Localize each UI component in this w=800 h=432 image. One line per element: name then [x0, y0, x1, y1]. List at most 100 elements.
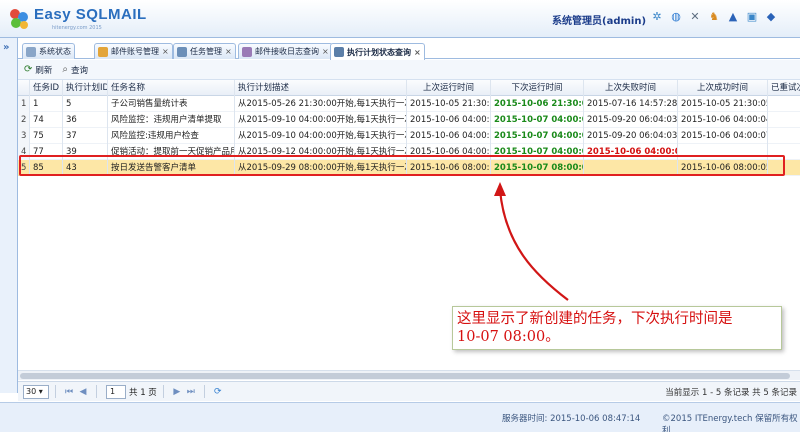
- grid-header: 任务ID 执行计划ID 任务名称 执行计划描述 上次运行时间 下次运行时间 上次…: [18, 80, 800, 96]
- tab-label: 邮件接收日志查询: [255, 47, 319, 56]
- page-size-select[interactable]: 30 ▾: [23, 384, 49, 399]
- table-row[interactable]: 4 77 39 促销活动：提取前一天促销产品用户 从2015-09-12 04:…: [18, 144, 800, 160]
- tab-mail-receive-log[interactable]: 邮件接收日志查询 ×: [238, 43, 333, 59]
- column-header[interactable]: 执行计划描述: [235, 80, 407, 96]
- plan-id-cell: 37: [63, 128, 108, 144]
- header-toolbar: ✲ ◍ ✕ ♞ ▲ ▣ ◆: [650, 9, 778, 23]
- next-run-cell: 2015-10-07 04:00:00: [491, 128, 584, 144]
- column-header[interactable]: 已重试次: [768, 80, 800, 96]
- gear-icon[interactable]: ✲: [650, 9, 664, 23]
- row-number: 1: [18, 96, 30, 112]
- task-icon: [177, 46, 187, 57]
- column-header[interactable]: 上次运行时间: [407, 80, 491, 96]
- status-footer: 服务器时间: 2015-10-06 08:47:14 ©2015 ITEnerg…: [0, 402, 800, 432]
- column-header[interactable]: 任务ID: [30, 80, 63, 96]
- plan-id-cell: 5: [63, 96, 108, 112]
- plan-desc-cell: 从2015-09-12 04:00:00开始,每1天执行一次: [235, 144, 407, 160]
- refresh-button[interactable]: ⟳ 刷新: [24, 64, 52, 76]
- plan-id-cell: 36: [63, 112, 108, 128]
- table-row[interactable]: 3 75 37 风险监控:违规用户检查 从2015-09-10 04:00:00…: [18, 128, 800, 144]
- row-number: 2: [18, 112, 30, 128]
- plan-desc-cell: 从2015-09-10 04:00:00开始,每1天执行一次: [235, 128, 407, 144]
- task-name-cell: 子公司销售量统计表: [108, 96, 235, 112]
- first-page-icon[interactable]: ⏮: [62, 387, 76, 397]
- tools-icon[interactable]: ✕: [688, 9, 702, 23]
- logo-icon: [10, 9, 28, 29]
- current-user-label[interactable]: 系统管理员(admin): [552, 12, 646, 27]
- pagination-bar: 30 ▾ ⏮ ◀ 1 共 1 页 ▶ ⏭ ⟳ 当前显示 1 - 5 条记录 共 …: [18, 381, 800, 401]
- separator: [162, 385, 164, 398]
- column-header[interactable]: 下次运行时间: [491, 80, 584, 96]
- box-icon[interactable]: ▣: [745, 9, 759, 23]
- last-run-cell: 2015-10-06 08:00:00: [407, 160, 491, 176]
- plan-id-cell: 43: [63, 160, 108, 176]
- tab-task-management[interactable]: 任务管理 ×: [173, 43, 236, 59]
- last-run-cell: 2015-10-06 04:00:00: [407, 128, 491, 144]
- row-number: 3: [18, 128, 30, 144]
- app-logo-subtitle: hitenergy.com 2015: [52, 25, 102, 31]
- task-id-cell: 77: [30, 144, 63, 160]
- search-icon: ⌕: [62, 64, 69, 75]
- server-time: 服务器时间: 2015-10-06 08:47:14: [502, 414, 641, 424]
- close-icon[interactable]: ×: [162, 47, 169, 56]
- app-logo-text: Easy SQLMAIL: [34, 6, 147, 23]
- execution-plan-icon: [334, 47, 344, 57]
- plan-desc-cell: 从2015-05-26 21:30:00开始,每1天执行一次: [235, 96, 407, 112]
- table-row[interactable]: 2 74 36 风险监控：违规用户清单提取 从2015-09-10 04:00:…: [18, 112, 800, 128]
- tab-mail-account[interactable]: 邮件账号管理 ×: [94, 43, 173, 59]
- table-row[interactable]: 1 1 5 子公司销售量统计表 从2015-05-26 21:30:00开始,每…: [18, 96, 800, 112]
- plan-desc-cell: 从2015-09-10 04:00:00开始,每1天执行一次: [235, 112, 407, 128]
- next-page-icon[interactable]: ▶: [170, 387, 184, 397]
- close-icon[interactable]: ×: [414, 48, 421, 57]
- retry-count-cell: [768, 128, 800, 144]
- tab-label: 邮件账号管理: [111, 47, 159, 56]
- last-success-cell: 2015-10-06 08:00:05: [678, 160, 768, 176]
- refresh-label: 刷新: [35, 65, 53, 76]
- last-run-cell: 2015-10-05 21:30:00: [407, 96, 491, 112]
- copyright-text: ©2015 ITEnergy.tech 保留所有权利: [662, 414, 798, 432]
- last-fail-cell: [584, 160, 678, 176]
- row-number: 5: [18, 160, 30, 176]
- tab-label: 系统状态: [39, 47, 71, 56]
- scrollbar-thumb[interactable]: [20, 373, 790, 379]
- horizontal-scrollbar[interactable]: [18, 370, 800, 380]
- user-icon[interactable]: ♞: [707, 9, 721, 23]
- table-row-selected[interactable]: 5 85 43 按日发送告警客户清单 从2015-09-29 08:00:00开…: [18, 160, 800, 176]
- page-number-input[interactable]: 1: [106, 384, 126, 399]
- separator: [55, 385, 56, 398]
- reload-icon[interactable]: ⟳: [211, 387, 225, 397]
- column-header[interactable]: 上次失败时间: [584, 80, 678, 96]
- page-size-value: 30: [26, 386, 37, 396]
- task-name-cell: 按日发送告警客户清单: [108, 160, 235, 176]
- west-panel-collapsed[interactable]: »: [0, 38, 18, 393]
- help-icon[interactable]: ◆: [764, 9, 778, 23]
- globe-icon[interactable]: ◍: [669, 9, 683, 23]
- tab-label: 执行计划状态查询: [347, 47, 411, 57]
- last-fail-cell: 2015-09-20 06:04:03: [584, 128, 678, 144]
- last-fail-cell: 2015-07-16 14:57:28: [584, 96, 678, 112]
- task-id-cell: 85: [30, 160, 63, 176]
- warning-icon[interactable]: ▲: [726, 9, 740, 23]
- tab-execution-plan-status[interactable]: 执行计划状态查询 ×: [330, 43, 425, 60]
- close-icon[interactable]: ×: [225, 47, 232, 56]
- tab-system-status[interactable]: 系统状态: [22, 43, 75, 59]
- query-button[interactable]: ⌕ 查询: [62, 64, 88, 76]
- column-header[interactable]: 执行计划ID: [63, 80, 108, 96]
- column-header[interactable]: 任务名称: [108, 80, 235, 96]
- last-page-icon[interactable]: ⏭: [184, 387, 198, 397]
- next-run-cell: 2015-10-07 04:00:00: [491, 144, 584, 160]
- close-icon[interactable]: ×: [322, 47, 329, 56]
- annotation-line-1: 这里显示了新创建的任务，下次执行时间是: [457, 311, 733, 327]
- last-fail-cell: 2015-09-20 06:04:03: [584, 112, 678, 128]
- expand-panel-icon[interactable]: »: [3, 42, 9, 53]
- last-success-cell: 2015-10-06 04:00:04: [678, 112, 768, 128]
- page-total-label: 共 1 页: [129, 387, 157, 398]
- row-number: 4: [18, 144, 30, 160]
- separator: [96, 385, 97, 398]
- prev-page-icon[interactable]: ◀: [76, 387, 90, 397]
- last-success-cell: 2015-10-05 21:30:05: [678, 96, 768, 112]
- retry-count-cell: [768, 112, 800, 128]
- last-success-cell: 2015-10-06 04:00:07: [678, 128, 768, 144]
- column-header[interactable]: 上次成功时间: [678, 80, 768, 96]
- annotation-callout: 这里显示了新创建的任务，下次执行时间是 10-07 08:00。: [452, 306, 782, 350]
